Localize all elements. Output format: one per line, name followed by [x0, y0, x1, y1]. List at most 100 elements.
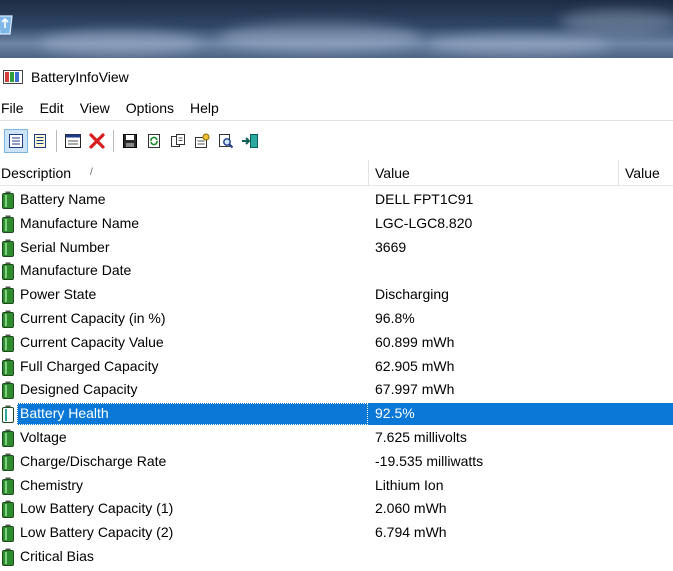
row-description: Full Charged Capacity: [20, 357, 159, 374]
column-header-value-2[interactable]: Value: [618, 160, 673, 186]
table-row[interactable]: Critical Bias: [0, 545, 673, 569]
table-row[interactable]: Chemistry Lithium Ion: [0, 474, 673, 498]
row-description: Power State: [20, 286, 97, 303]
table-row[interactable]: Voltage 7.625 millivolts: [0, 426, 673, 450]
row-value: 67.997 mWh: [375, 381, 455, 398]
menu-file[interactable]: File: [1, 100, 32, 116]
row-value: 6.794 mWh: [375, 524, 447, 541]
battery-icon: [2, 262, 14, 281]
menu-edit[interactable]: Edit: [32, 100, 72, 116]
table-row[interactable]: Low Battery Capacity (1) 2.060 mWh: [0, 497, 673, 521]
table-row[interactable]: Manufacture Date: [0, 259, 673, 283]
column-header-value-label: Value: [375, 165, 410, 181]
row-value: DELL FPT1C91: [375, 191, 474, 207]
battery-icon: [2, 429, 14, 447]
save-button[interactable]: [118, 129, 142, 153]
recycle-bin-icon[interactable]: [0, 10, 16, 36]
delete-button[interactable]: [85, 129, 109, 153]
details-view-button[interactable]: [4, 128, 28, 153]
row-description: Current Capacity Value: [20, 333, 164, 350]
battery-icon: [2, 286, 14, 305]
table-header: Description / Value Value: [0, 160, 673, 186]
find-icon: [219, 133, 234, 148]
row-value: 96.8%: [375, 309, 415, 326]
options-button[interactable]: [190, 129, 214, 153]
row-description: Charge/Discharge Rate: [20, 452, 167, 469]
row-description: Manufacture Name: [20, 214, 140, 231]
row-value: 62.905 mWh: [375, 357, 455, 374]
table-row[interactable]: Designed Capacity 67.997 mWh: [0, 378, 673, 402]
copy-button[interactable]: [166, 129, 190, 153]
battery-icon: [2, 381, 14, 400]
table-row[interactable]: Serial Number 3669: [0, 236, 673, 260]
title-bar[interactable]: BatteryInfoView: [0, 58, 673, 96]
row-value: -19.535 milliwatts: [375, 452, 484, 469]
table-row[interactable]: Current Capacity (in %) 96.8%: [0, 307, 673, 331]
report-view-button[interactable]: [28, 129, 52, 153]
menu-view[interactable]: View: [72, 100, 118, 116]
options-icon: [195, 133, 210, 148]
battery-icon: [2, 524, 14, 543]
details-view-icon: [9, 133, 23, 148]
report-view-icon: [34, 133, 46, 148]
row-value: Lithium Ion: [375, 476, 444, 493]
save-icon: [123, 133, 137, 148]
row-description: Current Capacity (in %): [20, 309, 166, 326]
row-description: Low Battery Capacity (2): [20, 524, 174, 541]
table-row[interactable]: Current Capacity Value 60.899 mWh: [0, 331, 673, 355]
row-value: LGC-LGC8.820: [375, 214, 473, 231]
menu-help[interactable]: Help: [182, 100, 227, 116]
toolbar-separator: [113, 129, 114, 152]
battery-app-icon: [3, 70, 23, 84]
battery-icon: [2, 358, 14, 376]
table-row[interactable]: Low Battery Capacity (2) 6.794 mWh: [0, 521, 673, 545]
battery-icon: [2, 500, 14, 519]
battery-icon: [2, 191, 14, 209]
menu-options[interactable]: Options: [118, 100, 182, 116]
exit-icon: [242, 133, 258, 148]
column-header-description-label: Description: [1, 165, 72, 181]
column-header-value[interactable]: Value: [368, 160, 618, 186]
table-row[interactable]: Power State Discharging: [0, 283, 673, 307]
table-row[interactable]: Charge/Discharge Rate -19.535 milliwatts: [0, 450, 673, 474]
row-description: Battery Health: [20, 405, 109, 422]
row-description: Serial Number: [20, 238, 110, 255]
column-header-value-2-label: Value: [625, 165, 660, 181]
table-row[interactable]: Full Charged Capacity 62.905 mWh: [0, 355, 673, 379]
sort-indicator: /: [90, 167, 93, 178]
row-description: Low Battery Capacity (1): [20, 500, 174, 517]
copy-icon: [171, 133, 185, 147]
desktop-wallpaper: [0, 0, 673, 58]
table-row[interactable]: Battery Name DELL FPT1C91: [0, 188, 673, 212]
battery-icon: [2, 405, 14, 424]
delete-red-x-icon: [89, 132, 105, 149]
row-description: Voltage: [20, 428, 67, 445]
properties-window-button[interactable]: [61, 129, 85, 153]
refresh-button[interactable]: [142, 129, 166, 153]
battery-icon: [2, 548, 14, 566]
toolbar: [0, 120, 673, 160]
column-header-description[interactable]: Description /: [0, 160, 368, 186]
row-value: 60.899 mWh: [375, 333, 455, 350]
battery-icon: [2, 477, 14, 495]
row-description: Designed Capacity: [20, 381, 138, 398]
exit-button[interactable]: [238, 129, 262, 153]
menu-bar: File Edit View Options Help: [0, 96, 673, 120]
window-title: BatteryInfoView: [31, 69, 129, 85]
row-value: 7.625 millivolts: [375, 428, 467, 445]
table-row[interactable]: Manufacture Name LGC-LGC8.820: [0, 212, 673, 236]
row-value: Discharging: [375, 286, 449, 303]
row-value: 2.060 mWh: [375, 500, 447, 517]
row-value: 92.5%: [375, 405, 415, 422]
battery-icon: [2, 239, 14, 257]
battery-info-table[interactable]: Description / Value Value Battery Name DE…: [0, 160, 673, 571]
battery-icon: [2, 310, 14, 328]
table-row[interactable]: Battery Health 92.5%: [0, 402, 673, 426]
battery-icon: [2, 215, 14, 233]
table-body: Battery Name DELL FPT1C91 Manufacture Name…: [0, 188, 673, 569]
properties-window-icon: [65, 133, 81, 148]
find-button[interactable]: [214, 129, 238, 153]
row-value: 3669: [375, 238, 407, 255]
battery-icon: [2, 334, 14, 352]
row-description: Chemistry: [20, 476, 84, 493]
